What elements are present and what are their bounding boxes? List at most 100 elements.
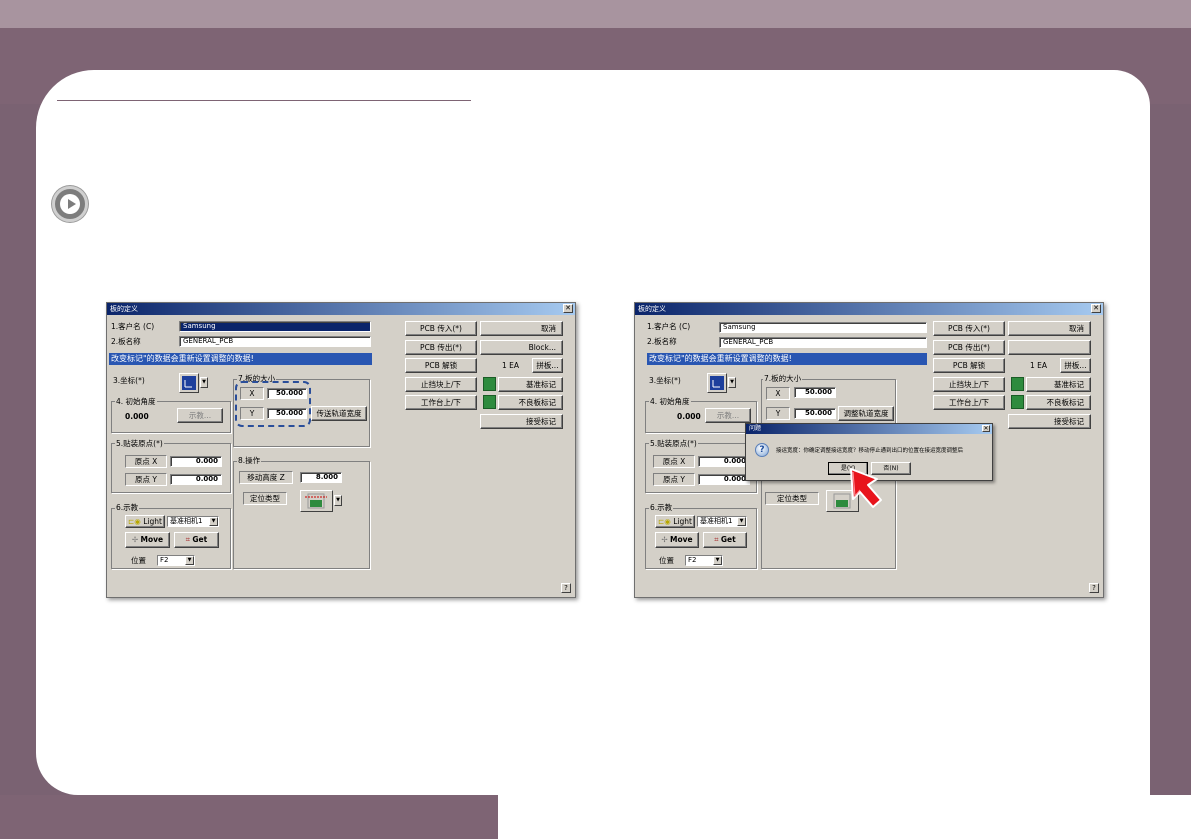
move-button[interactable]: ✢ Move <box>655 532 699 548</box>
close-icon[interactable]: ✕ <box>563 304 573 313</box>
fiducial-button[interactable]: 基准标记 <box>1026 377 1091 392</box>
table-button[interactable]: 工作台上/下 <box>933 395 1005 410</box>
top-band <box>0 0 1191 28</box>
light-button[interactable]: ⊏◉ Light <box>655 515 695 528</box>
origin-y-input[interactable]: 0.000 <box>170 474 222 485</box>
coord-label: 3.坐标(*) <box>113 376 145 385</box>
stopper-button[interactable]: 止挡块上/下 <box>405 377 477 392</box>
conveyor-width-button[interactable]: 调整轨道宽度 <box>838 406 894 421</box>
origin-x-input[interactable]: 0.000 <box>170 456 222 467</box>
bad-mark-button[interactable]: 不良板标记 <box>498 395 563 410</box>
camera-combo-value: 基准相机1 <box>170 517 203 525</box>
size-x-input[interactable]: 50.000 <box>794 387 836 398</box>
camera-combo-value: 基准相机1 <box>700 517 733 525</box>
cancel-button[interactable]: 取消 <box>1008 321 1091 336</box>
footer-bar <box>0 795 498 839</box>
camera-combo[interactable]: 基准相机1 ▼ <box>167 516 219 527</box>
move-height-input[interactable]: 8.000 <box>300 472 342 483</box>
initial-angle-label: 4. 初始角度 <box>115 396 157 407</box>
chevron-down-icon[interactable]: ▼ <box>200 377 208 388</box>
stopper-button[interactable]: 止挡块上/下 <box>933 377 1005 392</box>
conveyor-width-button[interactable]: 传送轨道宽度 <box>311 406 367 421</box>
teach-angle-button[interactable]: 示教... <box>705 408 751 423</box>
board-name-label: 2.板名称 <box>111 337 141 346</box>
position-type-icon[interactable] <box>300 490 333 512</box>
bad-mark-button[interactable]: 不良板标记 <box>1026 395 1091 410</box>
bad-mark-status-icon <box>483 395 496 409</box>
get-button[interactable]: ⌗ Get <box>174 532 219 548</box>
initial-angle-value: 0.000 <box>677 412 701 421</box>
position-type-label: 定位类型 <box>765 492 819 505</box>
cancel-button[interactable]: 取消 <box>480 321 563 336</box>
accept-mark-button[interactable]: 接受标记 <box>480 414 563 429</box>
get-button[interactable]: ⌗ Get <box>703 532 747 548</box>
customer-label: 1.客户名 (C) <box>647 322 691 331</box>
origin-x-label: 原点 X <box>653 455 695 468</box>
light-button[interactable]: ⊏◉ Light <box>125 515 165 528</box>
position-label: 位置 <box>131 556 146 565</box>
move-button-label: Move <box>140 535 164 544</box>
teach-label: 6.示教 <box>115 502 140 513</box>
panel-button[interactable]: 拼板... <box>1060 358 1091 373</box>
move-icon: ✢ <box>131 535 139 544</box>
customer-input[interactable]: Samsung <box>719 322 927 333</box>
size-x-label: X <box>766 387 790 400</box>
chevron-down-icon: ▼ <box>713 556 722 565</box>
dialog-message: 接运宽度：你确定调整接运宽度？移动停止通到出口的位置在接运宽度调整后 <box>776 448 964 454</box>
pcb-out-button[interactable]: PCB 传出(*) <box>405 340 477 355</box>
origin-y-label: 原点 Y <box>125 473 167 486</box>
coord-label: 3.坐标(*) <box>649 376 681 385</box>
chevron-down-icon: ▼ <box>737 517 746 526</box>
light-icon: ⊏◉ <box>658 517 671 526</box>
chevron-down-icon: ▼ <box>185 556 194 565</box>
origin-x-input[interactable]: 0.000 <box>698 456 750 467</box>
pcb-out-button[interactable]: PCB 传出(*) <box>933 340 1005 355</box>
teach-angle-button[interactable]: 示教... <box>177 408 223 423</box>
coord-icon[interactable] <box>179 373 199 393</box>
help-icon[interactable]: ? <box>561 583 571 593</box>
play-icon <box>52 186 88 222</box>
operation-label: 8.操作 <box>237 455 262 466</box>
block-button[interactable]: Block... <box>480 340 563 355</box>
table-button[interactable]: 工作台上/下 <box>405 395 477 410</box>
warning-banner: 改变标记"的数据会重新设置调整的数据! <box>647 353 927 365</box>
ea-label: 1 EA <box>1030 361 1048 370</box>
fiducial-button[interactable]: 基准标记 <box>498 377 563 392</box>
pcb-unlock-button[interactable]: PCB 解锁 <box>405 358 477 373</box>
title-underline <box>57 100 471 101</box>
origin-y-label: 原点 Y <box>653 473 695 486</box>
get-button-label: Get <box>192 535 208 544</box>
move-icon: ✢ <box>661 535 668 544</box>
board-name-input[interactable]: GENERAL_PCB <box>719 337 927 348</box>
fiducial-status-icon <box>483 377 496 391</box>
position-combo[interactable]: F2 ▼ <box>685 555 723 566</box>
position-combo[interactable]: F2 ▼ <box>157 555 195 566</box>
size-y-input[interactable]: 50.000 <box>794 408 836 419</box>
customer-label: 1.客户名 (C) <box>111 322 155 331</box>
origin-y-input[interactable]: 0.000 <box>698 474 750 485</box>
chevron-down-icon: ▼ <box>209 517 218 526</box>
pcb-in-button[interactable]: PCB 传入(*) <box>405 321 477 336</box>
ea-label: 1 EA <box>502 361 520 370</box>
customer-input[interactable]: Samsung <box>179 321 371 332</box>
camera-combo[interactable]: 基准相机1 ▼ <box>697 516 747 527</box>
close-icon[interactable]: ✕ <box>982 425 990 432</box>
light-icon: ⊏◉ <box>128 517 141 526</box>
get-icon: ⌗ <box>714 535 719 544</box>
coord-icon[interactable] <box>707 373 727 393</box>
chevron-down-icon[interactable]: ▼ <box>728 377 736 388</box>
move-height-label: 移动高度 Z <box>239 471 293 484</box>
accept-mark-button[interactable]: 接受标记 <box>1008 414 1091 429</box>
chevron-down-icon[interactable]: ▼ <box>334 495 342 506</box>
help-icon[interactable]: ? <box>1089 583 1099 593</box>
empty-button[interactable] <box>1008 340 1091 355</box>
pcb-unlock-button[interactable]: PCB 解锁 <box>933 358 1005 373</box>
mount-origin-label: 5.贴装原点(*) <box>649 438 698 449</box>
move-button[interactable]: ✢ Move <box>125 532 170 548</box>
move-button-label: Move <box>670 535 693 544</box>
close-icon[interactable]: ✕ <box>1091 304 1101 313</box>
board-name-input[interactable]: GENERAL_PCB <box>179 336 371 347</box>
light-button-label: Light <box>673 517 692 526</box>
pcb-in-button[interactable]: PCB 传入(*) <box>933 321 1005 336</box>
panel-button[interactable]: 拼板... <box>532 358 563 373</box>
